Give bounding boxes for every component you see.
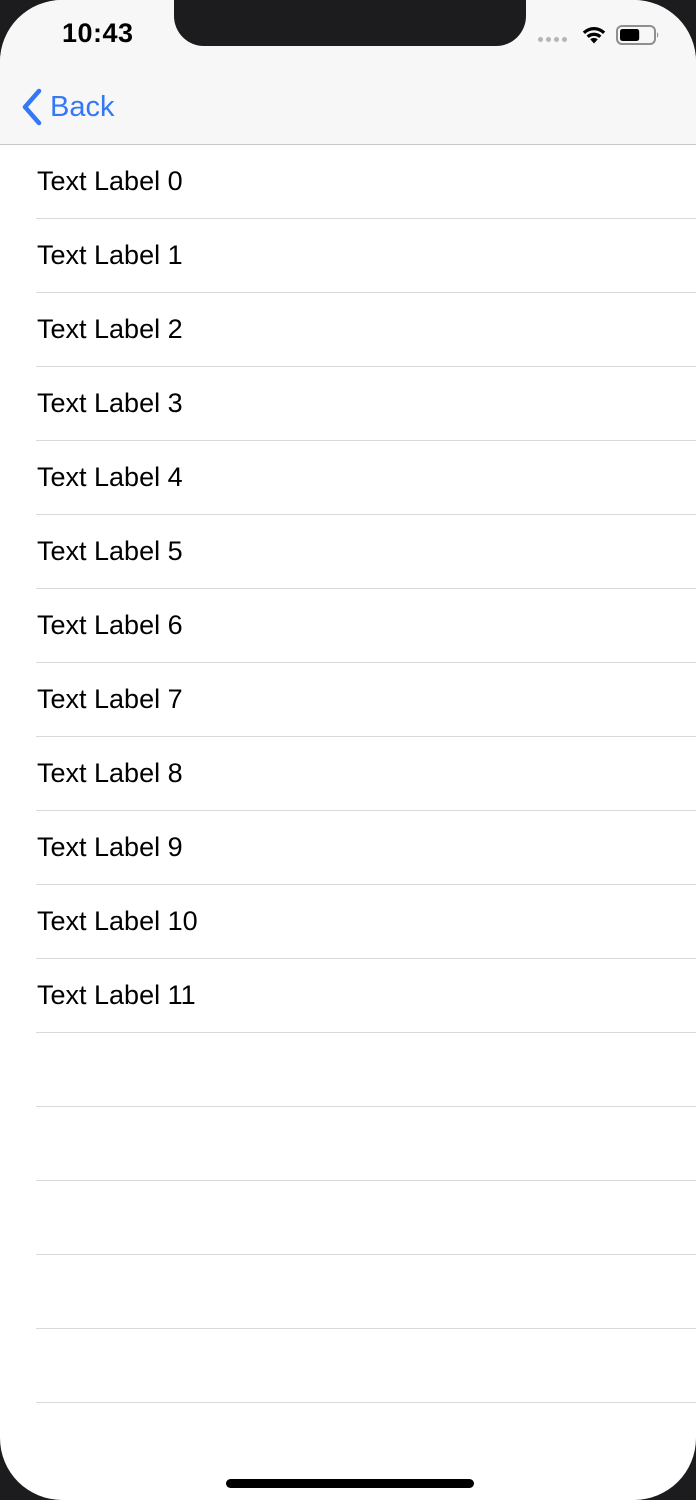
table-row[interactable]: Text Label 11 [0, 959, 696, 1033]
row-label: Text Label 8 [37, 758, 183, 788]
table-row[interactable]: Text Label 0 [0, 145, 696, 219]
chevron-left-icon [22, 88, 42, 126]
table-row[interactable]: Text Label 3 [0, 367, 696, 441]
row-label: Text Label 1 [37, 240, 183, 270]
navigation-bar: Back [0, 70, 696, 145]
row-label: Text Label 5 [37, 536, 183, 566]
back-label: Back [50, 90, 115, 123]
row-label: Text Label 4 [37, 462, 183, 492]
table-row[interactable]: Text Label 1 [0, 219, 696, 293]
empty-table-row [0, 1033, 696, 1107]
row-label: Text Label 9 [37, 832, 183, 862]
table-row[interactable]: Text Label 9 [0, 811, 696, 885]
table-row[interactable]: Text Label 2 [0, 293, 696, 367]
status-time: 10:43 [62, 18, 134, 48]
home-indicator[interactable] [226, 1479, 474, 1488]
row-label: Text Label 10 [37, 906, 198, 936]
empty-table-row [0, 1255, 696, 1329]
table-row[interactable]: Text Label 5 [0, 515, 696, 589]
cellular-signal-dots-icon [538, 37, 570, 45]
wifi-icon [582, 27, 606, 44]
phone-screen: 10:43 Back Text Label 0 Text Label 1 Tex… [0, 0, 696, 1500]
status-bar: 10:43 [0, 0, 696, 70]
back-button[interactable]: Back [20, 86, 114, 128]
table-row[interactable]: Text Label 7 [0, 663, 696, 737]
row-label: Text Label 11 [37, 980, 196, 1010]
table-row[interactable]: Text Label 4 [0, 441, 696, 515]
empty-table-row [0, 1107, 696, 1181]
empty-table-row [0, 1181, 696, 1255]
row-label: Text Label 0 [37, 166, 183, 196]
row-label: Text Label 6 [37, 610, 183, 640]
table-view[interactable]: Text Label 0 Text Label 1 Text Label 2 T… [0, 145, 696, 1403]
table-row[interactable]: Text Label 6 [0, 589, 696, 663]
battery-icon [616, 25, 659, 45]
row-label: Text Label 2 [37, 314, 183, 344]
empty-table-row [0, 1329, 696, 1403]
table-row[interactable]: Text Label 8 [0, 737, 696, 811]
table-row[interactable]: Text Label 10 [0, 885, 696, 959]
row-label: Text Label 7 [37, 684, 183, 714]
notch [174, 0, 526, 46]
row-label: Text Label 3 [37, 388, 183, 418]
